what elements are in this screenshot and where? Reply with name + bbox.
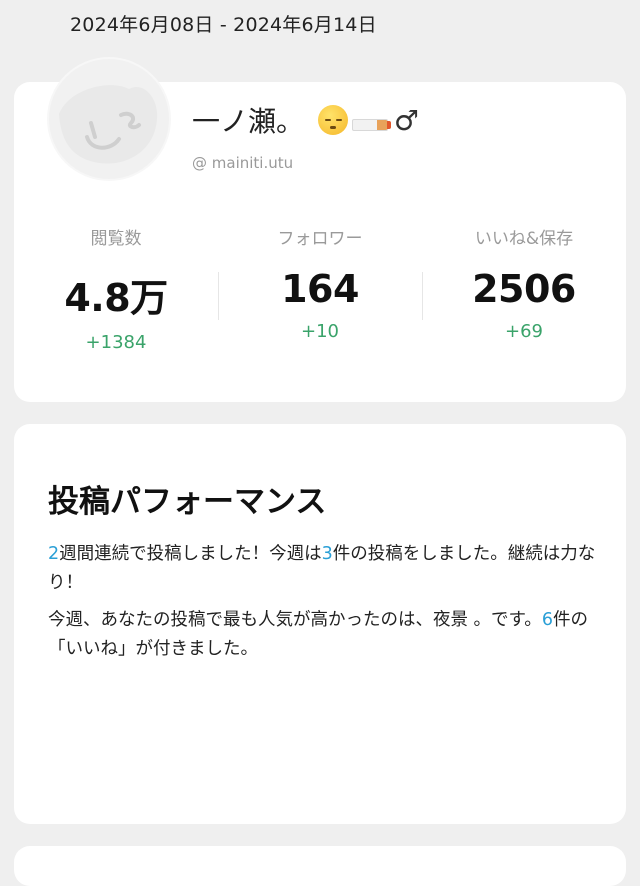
performance-top-post-text: 今週、あなたの投稿で最も人気が高かったのは、夜景 。です。6件の「いいね」が付き… — [48, 606, 598, 664]
stat-label: フォロワー — [277, 229, 363, 249]
stat-label: いいね&保存 — [474, 229, 574, 249]
weekly-post-count: 3 — [321, 544, 333, 564]
performance-body: 2週間連続で投稿しました！今週は3件の投稿をしました。継続は力なり！ 今週、あな… — [48, 540, 598, 672]
stat-value: 2506 — [472, 267, 576, 311]
sleeping-face-icon — [318, 105, 349, 135]
stat-label: 閲覧数 — [90, 229, 142, 249]
status-icons: ♂ — [318, 104, 419, 137]
stats-row: 閲覧数 4.8万 +1384 フォロワー 164 +10 いいね&保存 2506… — [14, 224, 626, 353]
avatar-face-icon — [59, 85, 158, 164]
streak-text-a: 週間連続で投稿しました！今週は — [59, 544, 322, 564]
profile-card: 一ノ瀬。 ♂ @ mainiti.utu 閲覧数 4.8万 +1384 フォロワ… — [14, 59, 626, 402]
next-card — [14, 846, 626, 886]
performance-streak-text: 2週間連続で投稿しました！今週は3件の投稿をしました。継続は力なり！ — [48, 540, 598, 598]
stat-value: 4.8万 — [64, 276, 168, 320]
stat-delta: +1384 — [85, 332, 147, 353]
performance-title: 投稿パフォーマンス — [48, 484, 327, 520]
male-sign-icon: ♂ — [394, 103, 420, 137]
profile-handle: @ mainiti.utu — [192, 154, 294, 172]
top-post-likes-count: 6 — [541, 610, 553, 630]
profile-name: 一ノ瀬。 — [192, 105, 305, 138]
profile-name-row: 一ノ瀬。 ♂ — [192, 100, 419, 140]
cigarette-icon — [352, 119, 392, 131]
avatar[interactable] — [49, 59, 169, 179]
stat-delta: +69 — [505, 321, 543, 342]
stat-likes-saves: いいね&保存 2506 +69 — [422, 224, 626, 353]
stat-followers: フォロワー 164 +10 — [218, 224, 422, 353]
streak-weeks-count: 2 — [48, 544, 60, 564]
performance-card: 投稿パフォーマンス 2週間連続で投稿しました！今週は3件の投稿をしました。継続は… — [14, 424, 626, 824]
stat-delta: +10 — [301, 321, 339, 342]
stat-views: 閲覧数 4.8万 +1384 — [14, 224, 218, 353]
stat-value: 164 — [281, 267, 359, 311]
top-post-text-a: 今週、あなたの投稿で最も人気が高かったのは、夜景 。です。 — [48, 610, 542, 630]
date-range: 2024年6月08日 - 2024年6月14日 — [70, 14, 377, 36]
